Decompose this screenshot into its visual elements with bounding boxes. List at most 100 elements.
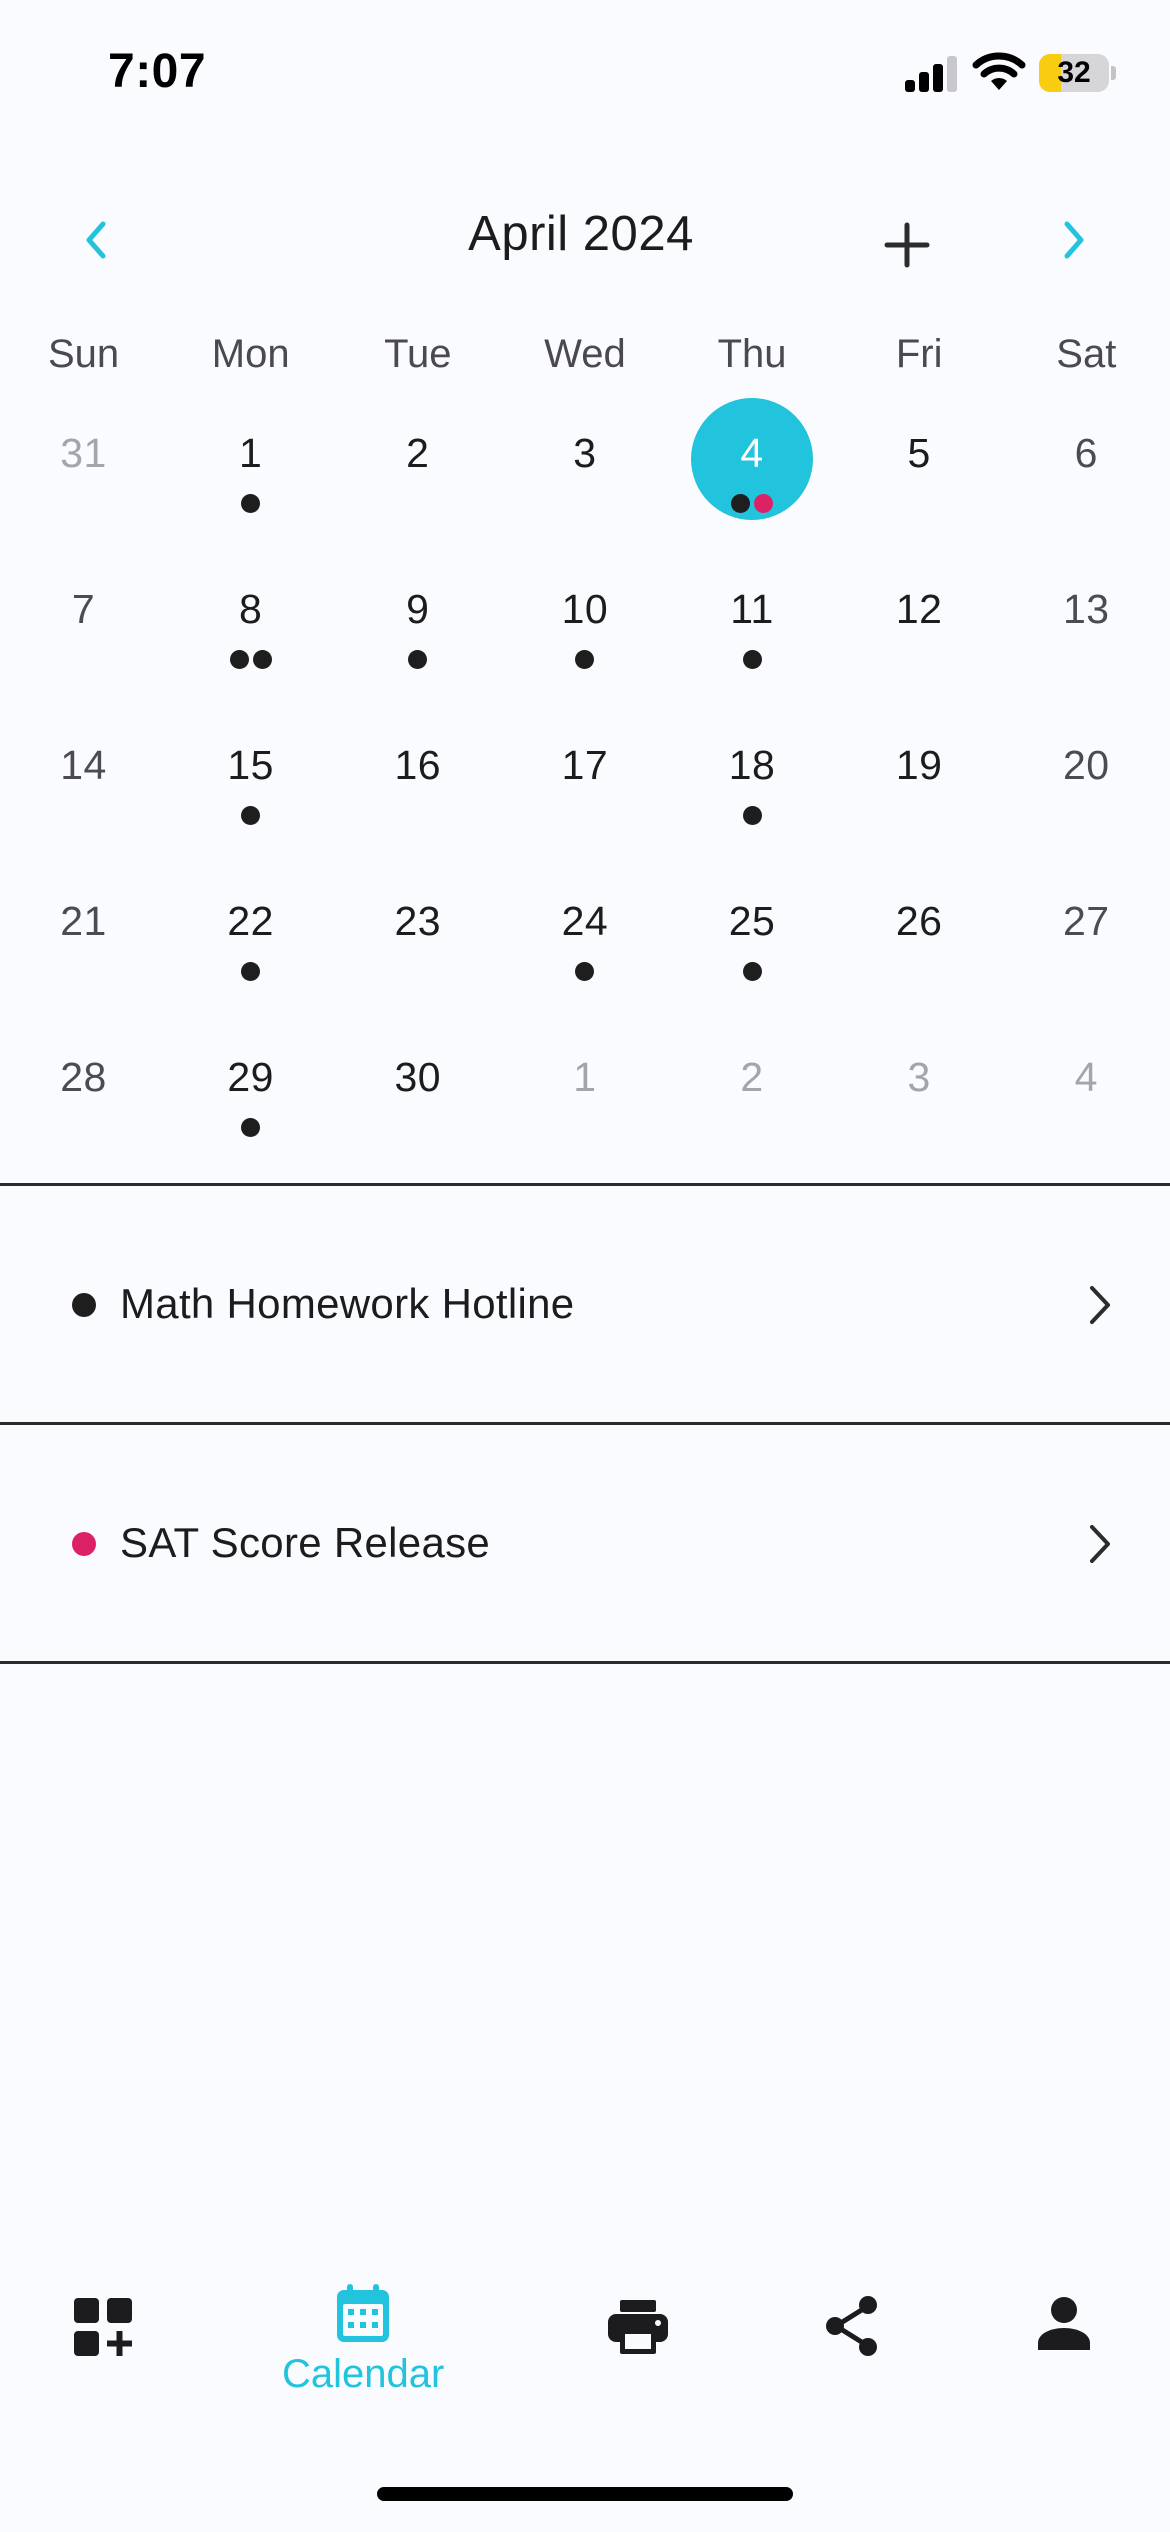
day-cell[interactable]: 22 <box>167 860 334 1016</box>
day-cell[interactable]: 19 <box>836 704 1003 860</box>
day-number: 29 <box>227 1054 274 1100</box>
day-cell[interactable]: 9 <box>334 548 501 704</box>
day-number: 9 <box>406 586 430 632</box>
weekday-header-row: Sun Mon Tue Wed Thu Fri Sat <box>0 332 1170 392</box>
event-indicator-dot <box>754 494 774 513</box>
share-icon <box>826 2296 877 2356</box>
day-cell[interactable]: 21 <box>0 860 167 1016</box>
day-cell[interactable]: 2 <box>669 1016 836 1172</box>
day-cell[interactable]: 1 <box>501 1016 668 1172</box>
day-cell[interactable]: 2 <box>334 392 501 548</box>
week-row: 7 8 9 10 11 12 13 <box>0 548 1170 704</box>
event-indicator-dot <box>742 962 762 981</box>
day-cell[interactable]: 25 <box>669 860 836 1016</box>
week-row: 21 22 23 24 25 26 27 <box>0 860 1170 1016</box>
event-indicator-dot <box>731 494 751 513</box>
event-indicators <box>669 650 836 670</box>
day-number: 24 <box>561 898 609 944</box>
day-cell[interactable]: 17 <box>501 704 668 860</box>
printer-icon <box>608 2300 668 2354</box>
week-row: 28 29 30 1 2 3 4 <box>0 1016 1170 1172</box>
day-number: 12 <box>895 586 943 632</box>
tab-calendar[interactable]: Calendar <box>282 2282 444 2397</box>
day-cell[interactable]: 16 <box>334 704 501 860</box>
day-cell[interactable]: 3 <box>501 392 668 548</box>
event-row-sat-score-release[interactable]: SAT Score Release <box>0 1425 1170 1661</box>
event-color-dot <box>72 1532 96 1556</box>
day-cell[interactable]: 18 <box>669 704 836 860</box>
day-number: 19 <box>895 742 943 788</box>
month-title: April 2024 <box>468 207 694 261</box>
day-cell-selected[interactable]: 4 <box>669 392 836 548</box>
day-number: 13 <box>1063 586 1110 632</box>
tab-profile[interactable] <box>1036 2296 1092 2352</box>
day-number: 31 <box>60 430 107 476</box>
day-cell[interactable]: 11 <box>669 548 836 704</box>
day-cell[interactable]: 13 <box>1003 548 1170 704</box>
day-number: 1 <box>573 1054 597 1100</box>
day-number: 4 <box>740 430 764 476</box>
day-number: 7 <box>71 586 96 632</box>
day-cell[interactable]: 24 <box>501 860 668 1016</box>
day-cell[interactable]: 14 <box>0 704 167 860</box>
event-color-dot <box>72 1293 96 1317</box>
event-indicator-dot <box>241 1118 261 1137</box>
battery-level: 32 <box>1057 56 1091 89</box>
divider <box>0 1661 1170 1664</box>
weekday-label: Sun <box>47 332 120 376</box>
cellular-signal-icon <box>905 54 959 92</box>
event-indicator-dot <box>241 806 261 825</box>
day-cell[interactable]: 29 <box>167 1016 334 1172</box>
day-cell[interactable]: 15 <box>167 704 334 860</box>
widgets-add-icon <box>74 2298 132 2356</box>
day-cell[interactable]: 23 <box>334 860 501 1016</box>
day-cell[interactable]: 4 <box>1003 1016 1170 1172</box>
chevron-right-icon <box>1064 221 1084 259</box>
day-cell[interactable]: 8 <box>167 548 334 704</box>
day-cell[interactable]: 31 <box>0 392 167 548</box>
tab-print[interactable] <box>606 2298 670 2356</box>
day-number: 16 <box>394 742 442 788</box>
day-number: 15 <box>227 742 274 788</box>
day-cell[interactable]: 10 <box>501 548 668 704</box>
event-title: SAT Score Release <box>120 1519 491 1566</box>
weekday-label: Tue <box>384 332 452 376</box>
day-cell[interactable]: 28 <box>0 1016 167 1172</box>
home-indicator <box>377 2487 793 2501</box>
day-number: 26 <box>895 898 943 944</box>
day-cell[interactable]: 30 <box>334 1016 501 1172</box>
battery-icon: 32 <box>1039 54 1109 92</box>
event-row-math-homework-hotline[interactable]: Math Homework Hotline <box>0 1186 1170 1422</box>
day-number: 17 <box>561 742 609 788</box>
event-indicator-dot <box>241 494 261 513</box>
tab-share[interactable] <box>822 2294 882 2358</box>
status-bar: 7:07 32 <box>0 0 1170 150</box>
day-number: 23 <box>394 898 442 944</box>
event-indicator-dot <box>742 650 762 669</box>
day-number: 1 <box>239 430 263 476</box>
add-event-button[interactable] <box>872 210 942 280</box>
day-cell[interactable]: 27 <box>1003 860 1170 1016</box>
week-row: 31 1 2 3 4 5 6 <box>0 392 1170 548</box>
day-cell[interactable]: 20 <box>1003 704 1170 860</box>
day-cell[interactable]: 1 <box>167 392 334 548</box>
day-cell[interactable]: 6 <box>1003 392 1170 548</box>
next-month-button[interactable] <box>1044 210 1104 270</box>
event-indicators <box>669 806 836 826</box>
day-number: 20 <box>1063 742 1110 788</box>
event-indicators <box>167 1118 334 1138</box>
day-cell[interactable]: 3 <box>836 1016 1003 1172</box>
day-cell[interactable]: 7 <box>0 548 167 704</box>
person-icon <box>1038 2297 1090 2350</box>
day-cell[interactable]: 12 <box>836 548 1003 704</box>
day-number: 2 <box>740 1054 764 1100</box>
tab-widgets[interactable] <box>72 2296 134 2358</box>
day-cell[interactable]: 26 <box>836 860 1003 1016</box>
day-number: 18 <box>728 742 776 788</box>
event-indicators <box>167 650 334 670</box>
day-cell[interactable]: 5 <box>836 392 1003 548</box>
day-number: 10 <box>561 586 609 632</box>
event-title: Math Homework Hotline <box>120 1280 575 1327</box>
day-number: 21 <box>60 898 107 944</box>
event-indicator-dot <box>575 650 595 669</box>
